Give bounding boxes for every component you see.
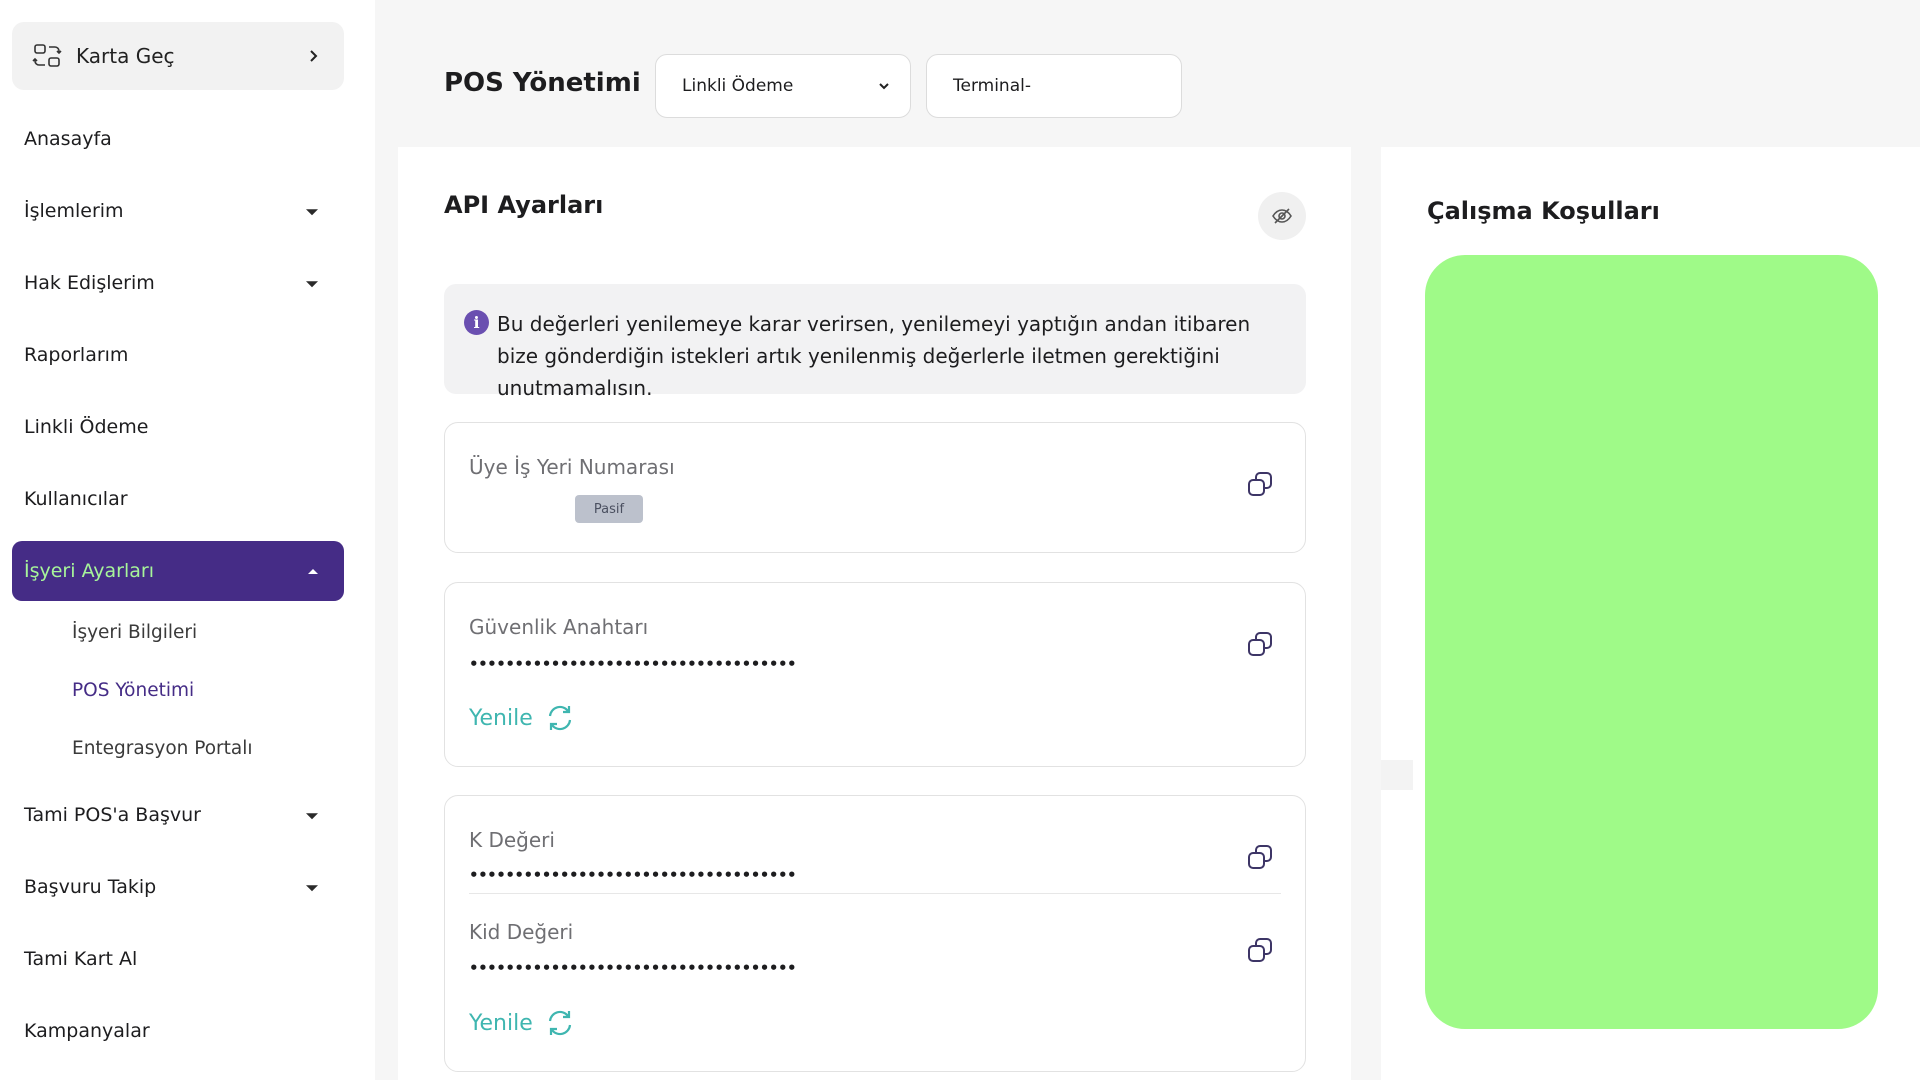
security-key-value: •••••••••••••••••••••••••••••••••••• xyxy=(469,655,797,673)
terminal-select[interactable]: Terminal- xyxy=(926,54,1182,118)
sidebar-item-label: Kullanıcılar xyxy=(24,488,128,510)
toggle-visibility-button[interactable] xyxy=(1258,192,1306,240)
kid-value: •••••••••••••••••••••••••••••••••••• xyxy=(469,959,797,977)
status-badge: Pasif xyxy=(575,495,643,523)
info-icon: i xyxy=(464,310,489,335)
kid-value-label: Kid Değeri xyxy=(469,920,574,944)
sidebar-item-label: İşlemlerim xyxy=(24,200,124,222)
payment-type-select[interactable]: Linkli Ödeme xyxy=(655,54,911,118)
sidebar-item-label: Tami Kart Al xyxy=(24,948,138,970)
sidebar-item-label: Hak Edişlerim xyxy=(24,272,155,294)
sidebar-subitem-isyeri-bilgileri[interactable]: İşyeri Bilgileri xyxy=(72,612,197,652)
page-title: POS Yönetimi xyxy=(444,68,641,98)
caret-down-icon xyxy=(306,281,318,288)
switch-card-label: Karta Geç xyxy=(76,44,175,68)
sidebar-item-label: Linkli Ödeme xyxy=(24,416,149,438)
merchant-number-card: Üye İş Yeri Numarası Pasif xyxy=(444,422,1306,553)
sidebar-item-isyeri-ayarlari[interactable]: İşyeri Ayarları xyxy=(12,541,344,601)
security-key-card: Güvenlik Anahtarı ••••••••••••••••••••••… xyxy=(444,582,1306,767)
divider xyxy=(469,893,1281,894)
refresh-icon xyxy=(548,705,571,731)
security-key-label: Güvenlik Anahtarı xyxy=(469,615,649,639)
sidebar-subitem-label: POS Yönetimi xyxy=(72,679,195,701)
copy-icon[interactable] xyxy=(1245,842,1275,872)
sidebar: Karta Geç Anasayfa İşlemlerim Hak Edişle… xyxy=(0,0,375,1080)
caret-down-icon xyxy=(306,885,318,892)
sidebar-item-kampanyalar[interactable]: Kampanyalar xyxy=(12,1001,344,1061)
sidebar-item-raporlarim[interactable]: Raporlarım xyxy=(12,325,344,385)
chevron-down-icon xyxy=(879,83,889,90)
panel-divider-tab xyxy=(1381,760,1413,790)
sidebar-item-label: Anasayfa xyxy=(24,128,112,150)
sidebar-subitem-entegrasyon-portali[interactable]: Entegrasyon Portalı xyxy=(72,728,253,768)
merchant-number-label: Üye İş Yeri Numarası xyxy=(469,455,675,479)
copy-icon[interactable] xyxy=(1245,469,1275,499)
api-settings-title: API Ayarları xyxy=(444,191,604,219)
api-settings-panel: API Ayarları i Bu değerleri yenilemeye k… xyxy=(398,147,1351,1080)
caret-down-icon xyxy=(306,209,318,216)
renew-security-key-button[interactable]: Yenile xyxy=(469,703,575,733)
k-value: •••••••••••••••••••••••••••••••••••• xyxy=(469,866,797,884)
copy-icon[interactable] xyxy=(1245,629,1275,659)
renew-label: Yenile xyxy=(469,1010,533,1036)
switch-card-button[interactable]: Karta Geç xyxy=(12,22,344,90)
sidebar-subitem-label: İşyeri Bilgileri xyxy=(72,621,198,643)
sidebar-item-islemlerim[interactable]: İşlemlerim xyxy=(12,181,344,241)
sidebar-item-tami-kart-al[interactable]: Tami Kart Al xyxy=(12,929,344,989)
copy-icon[interactable] xyxy=(1245,935,1275,965)
info-notice-text: Bu değerleri yenilemeye karar verirsen, … xyxy=(497,312,1251,400)
sidebar-item-linkli-odeme[interactable]: Linkli Ödeme xyxy=(12,397,344,457)
sidebar-item-label: Raporlarım xyxy=(24,344,129,366)
switch-card-icon xyxy=(32,44,62,67)
sidebar-item-hak-edislerim[interactable]: Hak Edişlerim xyxy=(12,253,344,313)
sidebar-item-label: Başvuru Takip xyxy=(24,876,157,898)
caret-up-icon xyxy=(308,569,318,574)
info-notice: i Bu değerleri yenilemeye karar verirsen… xyxy=(444,284,1306,400)
k-values-card: K Değeri •••••••••••••••••••••••••••••••… xyxy=(444,795,1306,1072)
k-value-label: K Değeri xyxy=(469,828,555,852)
sidebar-item-kullanicilar[interactable]: Kullanıcılar xyxy=(12,469,344,529)
sidebar-subitem-label: Entegrasyon Portalı xyxy=(72,737,253,759)
caret-down-icon xyxy=(306,813,318,820)
terms-title: Çalışma Koşulları xyxy=(1427,197,1660,225)
sidebar-item-label: Tami POS'a Başvur xyxy=(24,804,201,826)
refresh-icon xyxy=(548,1010,571,1036)
sidebar-item-basvuru-takip[interactable]: Başvuru Takip xyxy=(12,857,344,917)
payment-type-select-value: Linkli Ödeme xyxy=(682,76,794,96)
sidebar-subitem-pos-yonetimi[interactable]: POS Yönetimi xyxy=(72,670,194,710)
terms-content-block xyxy=(1425,255,1878,1029)
renew-label: Yenile xyxy=(469,705,533,731)
sidebar-item-anasayfa[interactable]: Anasayfa xyxy=(12,109,344,169)
eye-off-icon xyxy=(1272,208,1292,224)
sidebar-item-label: Kampanyalar xyxy=(24,1020,150,1042)
sidebar-item-label: İşyeri Ayarları xyxy=(24,560,154,582)
terms-panel: Çalışma Koşulları xyxy=(1381,147,1920,1080)
renew-k-values-button[interactable]: Yenile xyxy=(469,1008,575,1038)
sidebar-item-tami-pos-basvur[interactable]: Tami POS'a Başvur xyxy=(12,785,344,845)
terminal-select-value: Terminal- xyxy=(953,76,1031,96)
chevron-right-icon xyxy=(310,50,318,62)
